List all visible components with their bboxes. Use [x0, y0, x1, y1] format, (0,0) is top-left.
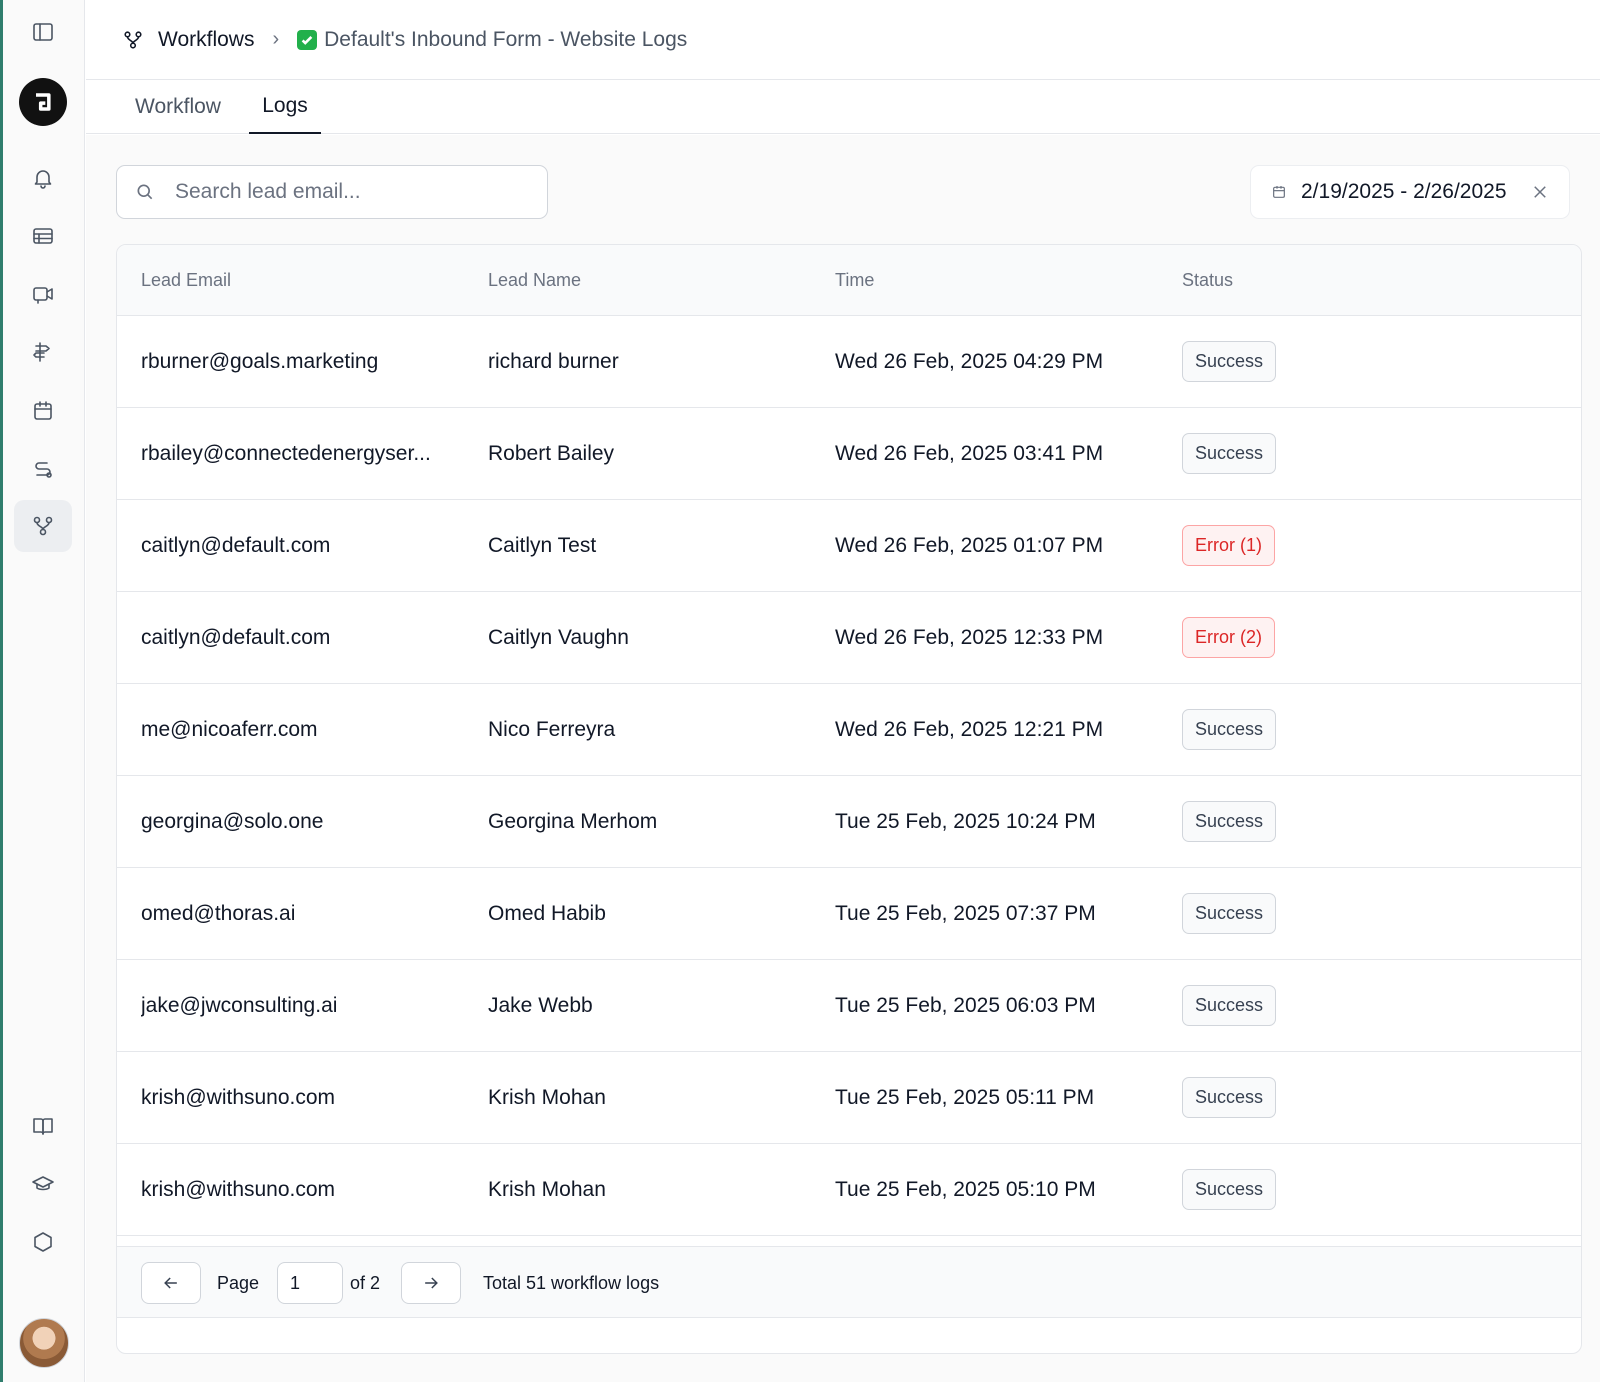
search-box: [116, 165, 548, 219]
status-badge: Success: [1182, 709, 1277, 750]
table-row[interactable]: krish@withsuno.com Krish Mohan Tue 25 Fe…: [117, 1144, 1581, 1236]
search-input[interactable]: [175, 180, 535, 204]
lead-name: Caitlyn Test: [488, 533, 597, 557]
table-row[interactable]: caitlyn@default.com Caitlyn Vaughn Wed 2…: [117, 592, 1581, 684]
lead-name: Omed Habib: [488, 901, 606, 925]
status-badge: Success: [1182, 1077, 1277, 1118]
previous-page-button[interactable]: [141, 1262, 201, 1304]
column-header-lead-email: Lead Email: [141, 270, 232, 290]
column-header-time: Time: [835, 270, 875, 290]
table-row[interactable]: caitlyn@default.com Caitlyn Test Wed 26 …: [117, 500, 1581, 592]
table-row[interactable]: rbailey@connectedenergyser... Robert Bai…: [117, 408, 1581, 500]
calendar-icon[interactable]: [14, 385, 72, 437]
lead-name: Robert Bailey: [488, 441, 615, 465]
log-time: Tue 25 Feb, 2025 07:37 PM: [835, 901, 1096, 925]
lead-name: richard burner: [488, 349, 619, 373]
lead-email: omed@thoras.ai: [141, 901, 296, 925]
app-logo[interactable]: [19, 78, 67, 126]
book-icon[interactable]: [14, 1100, 72, 1152]
table-row[interactable]: me@nicoaferr.com Nico Ferreyra Wed 26 Fe…: [117, 684, 1581, 776]
lead-name: Krish Mohan: [488, 1177, 606, 1201]
date-range-label: 2/19/2025 - 2/26/2025: [1301, 180, 1507, 203]
status-badge: Success: [1182, 801, 1277, 842]
sidebar-toggle-icon[interactable]: [14, 6, 72, 58]
check-icon: [297, 29, 318, 50]
log-time: Tue 25 Feb, 2025 10:24 PM: [835, 809, 1096, 833]
total-logs-label: Total 51 workflow logs: [483, 1272, 660, 1293]
lead-email: rbailey@connectedenergyser...: [141, 441, 431, 465]
breadcrumb-current: Default's Inbound Form - Website Logs: [324, 27, 688, 51]
lead-email: rburner@goals.marketing: [141, 349, 379, 373]
lead-name: Georgina Merhom: [488, 809, 658, 833]
workflow-icon: [122, 29, 144, 51]
tab-bar: Workflow Logs: [86, 80, 1600, 134]
column-header-lead-name: Lead Name: [488, 270, 582, 290]
table-row[interactable]: omed@thoras.ai Omed Habib Tue 25 Feb, 20…: [117, 868, 1581, 960]
status-badge: Error (1): [1182, 525, 1275, 566]
status-badge: Error (2): [1182, 617, 1275, 658]
log-time: Tue 25 Feb, 2025 06:03 PM: [835, 993, 1096, 1017]
table-body: rburner@goals.marketing richard burner W…: [117, 316, 1581, 1246]
workflow-icon[interactable]: [14, 500, 72, 552]
table-icon[interactable]: [14, 210, 72, 262]
status-badge: Success: [1182, 893, 1277, 934]
log-time: Wed 26 Feb, 2025 12:33 PM: [835, 625, 1104, 649]
breadcrumb: Workflows › Default's Inbound Form - Web…: [86, 0, 1600, 80]
arrow-right-icon: [425, 1277, 438, 1289]
lead-email: georgina@solo.one: [141, 809, 324, 833]
lead-name: Krish Mohan: [488, 1085, 606, 1109]
log-time: Tue 25 Feb, 2025 05:10 PM: [835, 1177, 1096, 1201]
date-range-picker[interactable]: 2/19/2025 - 2/26/2025: [1250, 165, 1570, 219]
user-avatar[interactable]: [19, 1318, 69, 1368]
graduation-cap-icon[interactable]: [14, 1158, 72, 1210]
logs-table: Lead Email Lead Name Time Status rburner…: [116, 244, 1582, 1354]
page-count-label: of 2: [350, 1272, 381, 1293]
lead-email: krish@withsuno.com: [141, 1177, 336, 1201]
lead-email: krish@withsuno.com: [141, 1085, 336, 1109]
next-page-button[interactable]: [401, 1262, 461, 1304]
lead-email: me@nicoaferr.com: [141, 717, 318, 741]
status-badge: Success: [1182, 341, 1277, 382]
page-label: Page: [217, 1272, 260, 1293]
lead-name: Nico Ferreyra: [488, 717, 616, 741]
signpost-icon[interactable]: [14, 326, 72, 378]
lead-email: caitlyn@default.com: [141, 533, 331, 557]
pagination: Page of 2 Total 51 workflow logs: [117, 1246, 1581, 1318]
tab-logs[interactable]: Logs: [249, 80, 321, 134]
route-icon[interactable]: [14, 443, 72, 495]
lead-email: caitlyn@default.com: [141, 625, 331, 649]
column-header-status: Status: [1182, 270, 1234, 290]
arrow-left-icon: [164, 1277, 177, 1289]
table-header: Lead Email Lead Name Time Status: [117, 245, 1581, 316]
log-time: Wed 26 Feb, 2025 03:41 PM: [835, 441, 1104, 465]
log-time: Tue 25 Feb, 2025 05:11 PM: [835, 1085, 1095, 1109]
page-number-input[interactable]: [277, 1262, 343, 1304]
log-time: Wed 26 Feb, 2025 04:29 PM: [835, 349, 1104, 373]
breadcrumb-workflows-link[interactable]: Workflows: [158, 28, 254, 52]
status-badge: Success: [1182, 1169, 1277, 1210]
search-icon: [137, 184, 153, 200]
log-time: Wed 26 Feb, 2025 12:21 PM: [835, 717, 1104, 741]
table-row[interactable]: krish@withsuno.com Krish Mohan Tue 25 Fe…: [117, 1052, 1581, 1144]
tab-workflow[interactable]: Workflow: [120, 80, 236, 134]
bell-icon[interactable]: [14, 152, 72, 204]
sidebar: [3, 0, 85, 1382]
main-content: 2/19/2025 - 2/26/2025 Lead Email Lead Na…: [86, 135, 1600, 1382]
log-time: Wed 26 Feb, 2025 01:07 PM: [835, 533, 1104, 557]
status-badge: Success: [1182, 985, 1277, 1026]
video-icon[interactable]: [14, 268, 72, 320]
status-badge: Success: [1182, 433, 1277, 474]
table-row[interactable]: rburner@goals.marketing richard burner W…: [117, 316, 1581, 408]
chevron-right-icon: ›: [272, 28, 280, 50]
calendar-icon: [1273, 186, 1285, 198]
lead-name: Jake Webb: [488, 993, 593, 1017]
close-icon[interactable]: [1531, 183, 1549, 201]
table-row[interactable]: jake@jwconsulting.ai Jake Webb Tue 25 Fe…: [117, 960, 1581, 1052]
lead-email: jake@jwconsulting.ai: [141, 993, 338, 1017]
hexagon-icon[interactable]: [14, 1216, 72, 1268]
lead-name: Caitlyn Vaughn: [488, 625, 629, 649]
table-row[interactable]: georgina@solo.one Georgina Merhom Tue 25…: [117, 776, 1581, 868]
